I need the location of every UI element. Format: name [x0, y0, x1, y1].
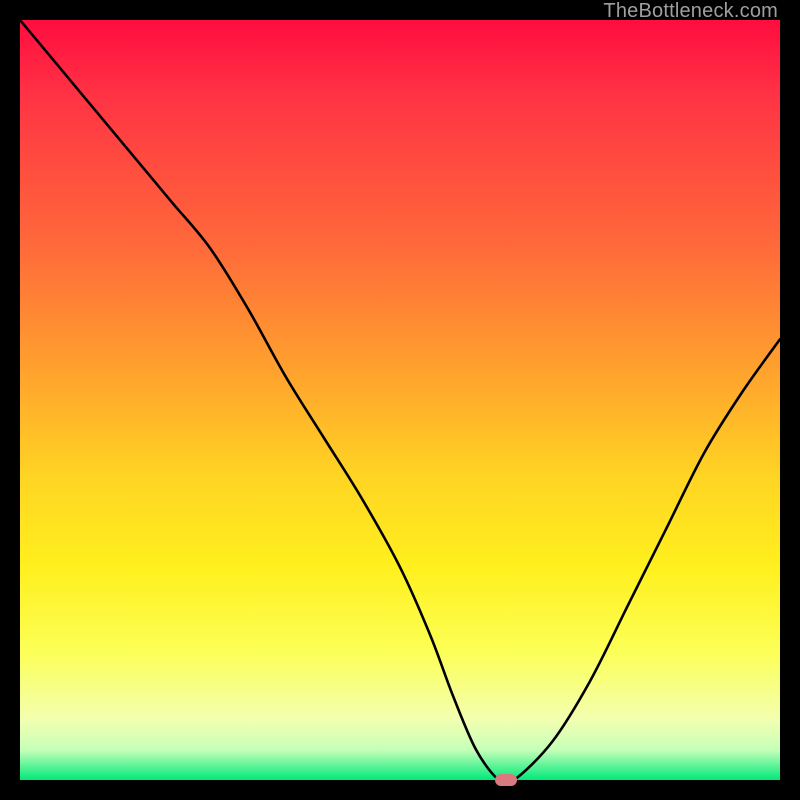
optimal-marker: [495, 774, 517, 786]
curve-svg: [20, 20, 780, 780]
bottleneck-curve: [20, 20, 780, 780]
plot-area: [20, 20, 780, 780]
chart-frame: TheBottleneck.com: [0, 0, 800, 800]
